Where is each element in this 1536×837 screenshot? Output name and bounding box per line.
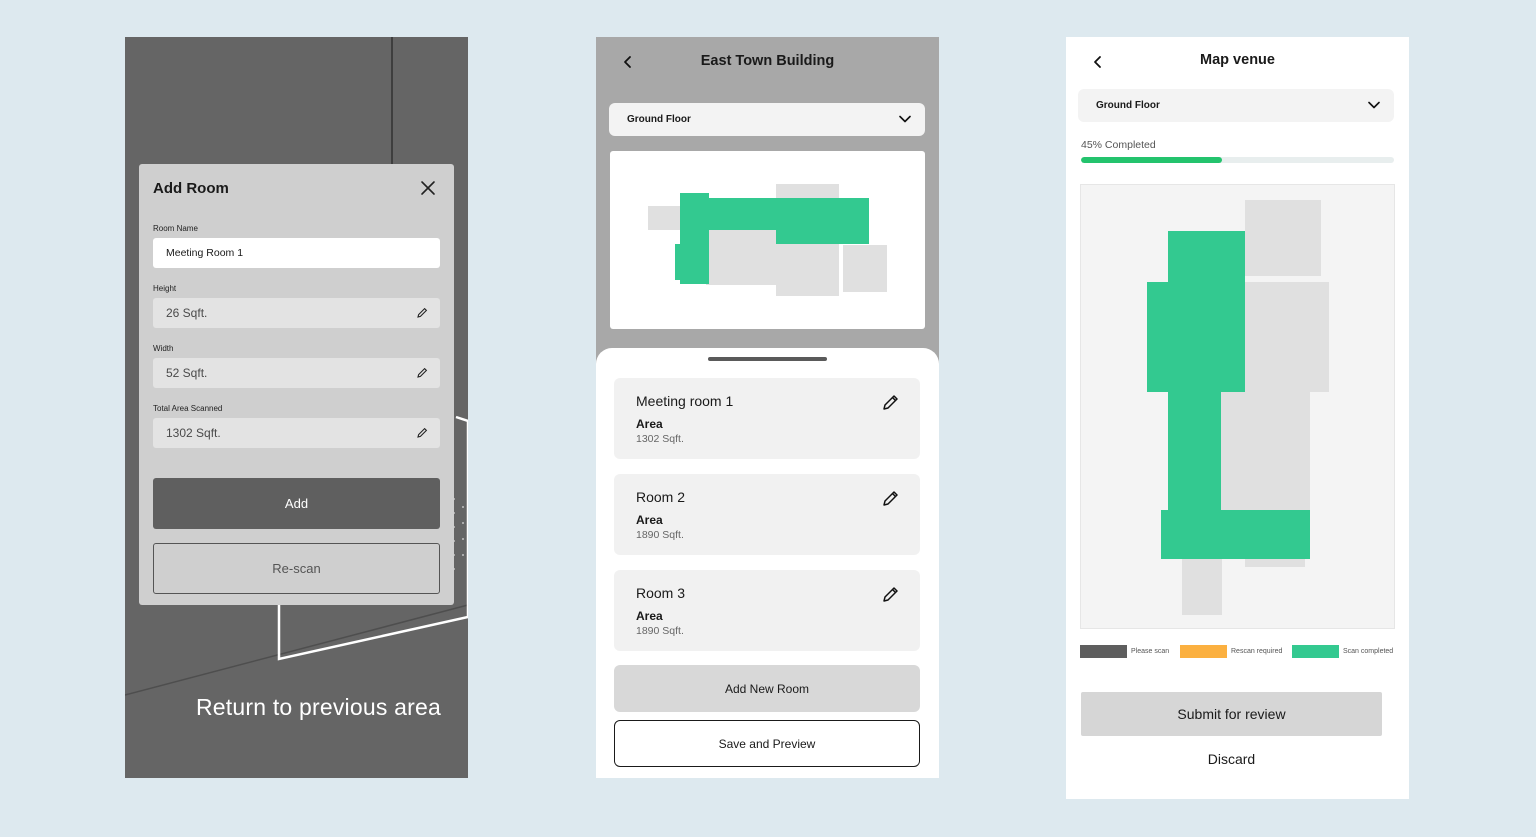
page-title: East Town Building (700, 53, 835, 69)
add-button[interactable]: Add (153, 478, 440, 529)
plan-room (776, 184, 839, 198)
legend-item-please-scan: Please scan (1080, 644, 1169, 658)
plan-room (843, 245, 887, 292)
pencil-icon[interactable] (416, 307, 428, 319)
add-room-modal: Add Room Room Name Meeting Room 1 Height… (139, 164, 454, 605)
plan-room (776, 244, 839, 296)
edit-pencil-icon[interactable] (882, 394, 899, 411)
legend-swatch (1292, 644, 1339, 658)
edit-pencil-icon[interactable] (882, 586, 899, 603)
room-name: Room 3 (636, 585, 686, 601)
map-venue-screen: Map venue Ground Floor 45% Completed Ple… (1066, 37, 1409, 799)
close-icon[interactable] (419, 179, 437, 197)
map-room-scanned (1168, 231, 1245, 392)
floor-dropdown[interactable]: Ground Floor (1078, 89, 1394, 122)
map-room (1245, 282, 1329, 392)
floor-dropdown-value: Ground Floor (1096, 100, 1160, 111)
room-area-value: 1890 Sqft. (636, 625, 684, 637)
rescan-button[interactable]: Re-scan (153, 543, 440, 594)
width-field[interactable]: 52 Sqft. (153, 358, 440, 388)
venue-map (1080, 184, 1395, 629)
pencil-icon[interactable] (416, 427, 428, 439)
map-room (1221, 392, 1310, 510)
width-value: 52 Sqft. (166, 366, 208, 380)
floor-plan-preview (610, 151, 925, 329)
sheet-handle[interactable] (708, 357, 827, 361)
height-field[interactable]: 26 Sqft. (153, 298, 440, 328)
add-room-screen: Add Room Room Name Meeting Room 1 Height… (125, 37, 468, 778)
room-card[interactable]: Room 3 Area 1890 Sqft. (614, 570, 920, 651)
page-title: Map venue (1200, 52, 1275, 68)
height-label: Height (153, 284, 177, 293)
plan-room-scanned (709, 198, 776, 230)
floor-plan-svg (648, 184, 887, 296)
legend-item-rescan-required: Rescan required (1180, 644, 1282, 658)
map-room-scanned (1168, 392, 1221, 510)
room-card[interactable]: Room 2 Area 1890 Sqft. (614, 474, 920, 555)
modal-title: Add Room (153, 180, 229, 197)
chevron-down-icon (1368, 101, 1380, 109)
progress-fill (1081, 157, 1222, 163)
room-area-value: 1302 Sqft. (636, 433, 684, 445)
venue-map-svg (1147, 200, 1329, 615)
return-hint-text: Return to previous area (196, 694, 441, 720)
map-room-scanned (1161, 510, 1222, 559)
discard-button[interactable]: Discard (1081, 748, 1382, 770)
room-area-label: Area (636, 417, 663, 431)
map-room-scanned (1147, 282, 1168, 392)
pencil-icon[interactable] (416, 367, 428, 379)
map-room (1245, 200, 1321, 276)
room-area-value: 1890 Sqft. (636, 529, 684, 541)
legend-item-scan-completed: Scan completed (1292, 644, 1393, 658)
add-new-room-button[interactable]: Add New Room (614, 665, 920, 712)
room-name-value: Meeting Room 1 (166, 247, 244, 259)
total-area-label: Total Area Scanned (153, 404, 223, 413)
plan-room (706, 230, 776, 285)
room-name-label: Room Name (153, 224, 198, 233)
legend-swatch (1080, 644, 1127, 658)
edit-pencil-icon[interactable] (882, 490, 899, 507)
map-room-scanned (1222, 510, 1310, 559)
progress-label: 45% Completed (1081, 139, 1156, 151)
legend-label: Please scan (1131, 647, 1170, 655)
room-name-field[interactable]: Meeting Room 1 (153, 238, 440, 268)
rooms-sheet: Meeting room 1 Area 1302 Sqft. Room 2 Ar… (596, 348, 939, 778)
floor-dropdown[interactable]: Ground Floor (609, 103, 925, 136)
height-value: 26 Sqft. (166, 306, 208, 320)
legend-label: Scan completed (1343, 647, 1394, 655)
legend-label: Rescan required (1231, 647, 1283, 655)
plan-room-scanned (675, 244, 685, 280)
map-room (1182, 559, 1222, 615)
total-area-field[interactable]: 1302 Sqft. (153, 418, 440, 448)
room-card[interactable]: Meeting room 1 Area 1302 Sqft. (614, 378, 920, 459)
room-name: Meeting room 1 (636, 393, 734, 409)
room-area-label: Area (636, 609, 663, 623)
total-area-value: 1302 Sqft. (166, 426, 221, 440)
legend-swatch (1180, 644, 1227, 658)
chevron-down-icon (899, 115, 911, 123)
save-and-preview-button[interactable]: Save and Preview (614, 720, 920, 767)
width-label: Width (153, 344, 174, 353)
room-name: Room 2 (636, 489, 686, 505)
map-legend: Please scan Rescan required Scan complet… (1080, 644, 1400, 658)
plan-room (648, 206, 680, 230)
room-area-label: Area (636, 513, 663, 527)
floor-dropdown-value: Ground Floor (627, 114, 691, 125)
progress-bar (1081, 157, 1394, 163)
building-screen: East Town Building Ground Floor Meeting … (596, 37, 939, 778)
plan-room-scanned (776, 198, 869, 244)
submit-for-review-button[interactable]: Submit for review (1081, 692, 1382, 736)
